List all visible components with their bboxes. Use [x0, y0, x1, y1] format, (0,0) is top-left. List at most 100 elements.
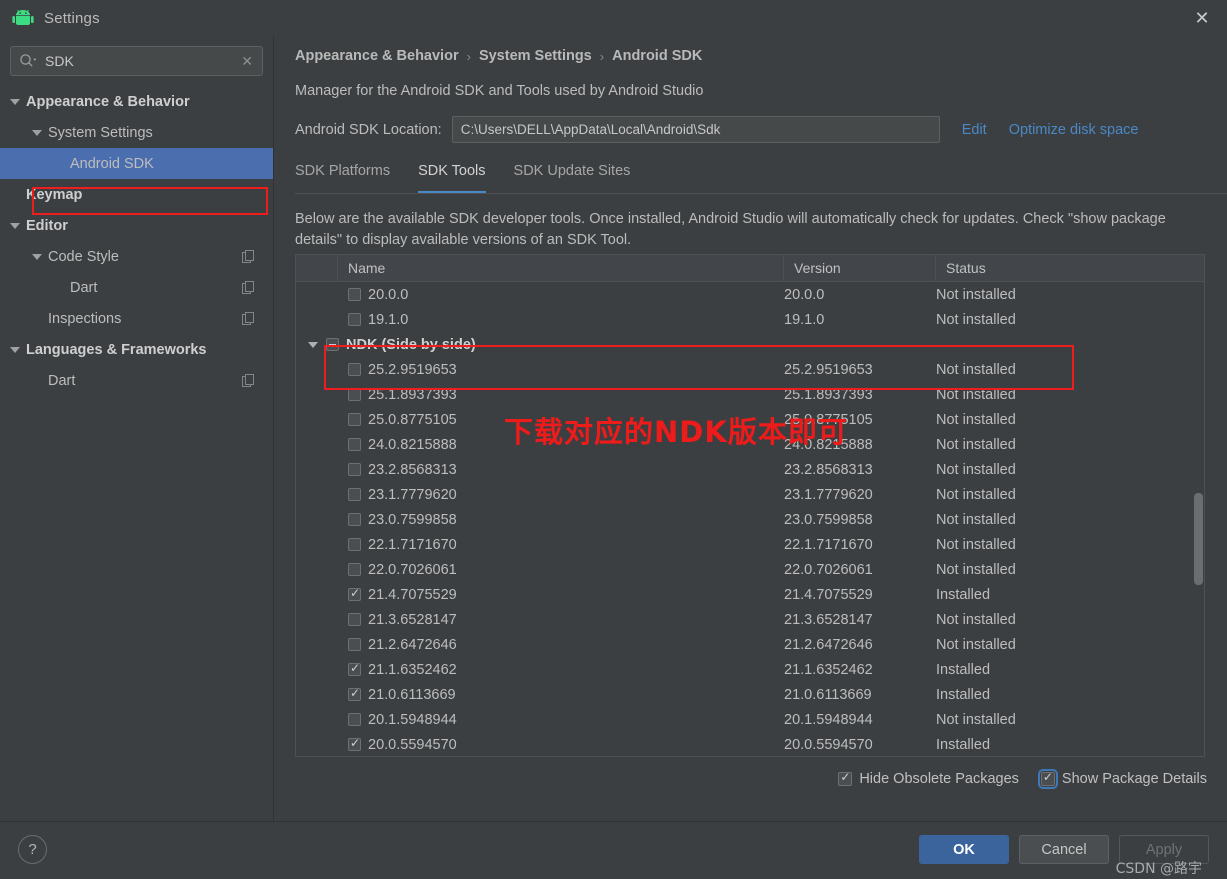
- help-icon[interactable]: ?: [18, 835, 47, 864]
- row-checkbox[interactable]: [348, 288, 361, 301]
- cell-name: NDK (Side by side): [296, 337, 784, 353]
- edit-link[interactable]: Edit: [962, 122, 987, 138]
- chevron-down-icon[interactable]: [32, 129, 42, 136]
- row-checkbox[interactable]: [348, 363, 361, 376]
- chevron-down-icon[interactable]: [10, 98, 20, 105]
- table-row[interactable]: 23.2.8568313 23.2.8568313 Not installed: [296, 457, 1204, 482]
- table-row[interactable]: 21.2.6472646 21.2.6472646 Not installed: [296, 632, 1204, 657]
- row-checkbox[interactable]: [348, 713, 361, 726]
- search-box[interactable]: ✕: [10, 46, 263, 76]
- copy-settings-icon[interactable]: [242, 312, 255, 325]
- sidebar-item-system-settings[interactable]: System Settings: [0, 117, 273, 148]
- table-row[interactable]: 22.0.7026061 22.0.7026061 Not installed: [296, 557, 1204, 582]
- package-name: 22.1.7171670: [368, 536, 457, 553]
- row-checkbox[interactable]: [348, 686, 361, 701]
- chevron-down-icon[interactable]: [32, 253, 42, 260]
- option-hide-obsolete-packages[interactable]: Hide Obsolete Packages: [838, 770, 1019, 787]
- sidebar-item-label: Android SDK: [70, 155, 154, 172]
- table-row[interactable]: 20.1.5948944 20.1.5948944 Not installed: [296, 707, 1204, 732]
- tab-sdk-tools[interactable]: SDK Tools: [418, 163, 486, 194]
- sidebar: ✕ Appearance & Behavior System Settings An…: [0, 36, 274, 821]
- column-header-version[interactable]: Version: [784, 255, 936, 282]
- dialog-buttons: OK Cancel Apply: [919, 835, 1209, 864]
- row-checkbox[interactable]: [348, 613, 361, 626]
- optimize-disk-space-link[interactable]: Optimize disk space: [1009, 122, 1139, 138]
- package-version: 23.0.7599858: [784, 511, 873, 528]
- sidebar-item-appearance-behavior[interactable]: Appearance & Behavior: [0, 86, 273, 117]
- tab-sdk-update-sites[interactable]: SDK Update Sites: [514, 163, 631, 194]
- sidebar-item-android-sdk[interactable]: Android SDK: [0, 148, 273, 179]
- column-header-name[interactable]: Name: [338, 255, 784, 282]
- table-row[interactable]: 20.0.5594570 20.0.5594570 Installed: [296, 732, 1204, 756]
- table-row[interactable]: 25.2.9519653 25.2.9519653 Not installed: [296, 357, 1204, 382]
- row-checkbox[interactable]: [348, 563, 361, 576]
- row-checkbox[interactable]: [348, 736, 361, 751]
- row-checkbox[interactable]: [348, 313, 361, 326]
- sidebar-item-languages-frameworks[interactable]: Languages & Frameworks: [0, 334, 273, 365]
- table-row[interactable]: 24.0.8215888 24.0.8215888 Not installed: [296, 432, 1204, 457]
- copy-settings-icon[interactable]: [242, 281, 255, 294]
- row-checkbox[interactable]: [348, 413, 361, 426]
- table-scrollbar-thumb[interactable]: [1194, 493, 1203, 585]
- ok-button[interactable]: OK: [919, 835, 1009, 864]
- breadcrumb-separator: ›: [466, 48, 471, 64]
- chevron-down-icon[interactable]: [10, 222, 20, 229]
- table-scrollbar[interactable]: [1194, 283, 1203, 756]
- copy-settings-icon[interactable]: [242, 374, 255, 387]
- chevron-down-icon[interactable]: [308, 341, 318, 348]
- sidebar-item-inspections[interactable]: Inspections: [0, 303, 273, 334]
- row-checkbox[interactable]: [348, 463, 361, 476]
- row-checkbox[interactable]: [348, 538, 361, 551]
- search-input[interactable]: [45, 53, 242, 69]
- sidebar-item-code-style[interactable]: Code Style: [0, 241, 273, 272]
- table-row[interactable]: 25.0.8775105 25.0.8775105 Not installed: [296, 407, 1204, 432]
- sidebar-item-label: Keymap: [26, 186, 83, 203]
- main-panel: Appearance & Behavior › System Settings › An…: [275, 36, 1227, 821]
- cell-name: 25.1.8937393: [296, 387, 784, 403]
- table-row[interactable]: 21.0.6113669 21.0.6113669 Installed: [296, 682, 1204, 707]
- column-header-status[interactable]: Status: [936, 255, 1204, 282]
- sidebar-item-dart[interactable]: Dart: [0, 272, 273, 303]
- row-checkbox[interactable]: [348, 513, 361, 526]
- package-name: 21.1.6352462: [368, 661, 457, 678]
- table-row[interactable]: 21.4.7075529 21.4.7075529 Installed: [296, 582, 1204, 607]
- option-checkbox[interactable]: [838, 770, 853, 786]
- sidebar-item-label: Editor: [26, 217, 68, 234]
- table-group-row[interactable]: NDK (Side by side): [296, 332, 1204, 357]
- table-row[interactable]: 19.1.0 19.1.0 Not installed: [296, 307, 1204, 332]
- row-checkbox[interactable]: [348, 488, 361, 501]
- cell-name: 21.0.6113669: [296, 686, 784, 703]
- table-row[interactable]: 20.0.0 20.0.0 Not installed: [296, 282, 1204, 307]
- close-icon[interactable]: ✕: [1185, 4, 1219, 32]
- column-header-checkbox[interactable]: [296, 255, 338, 282]
- option-label: Hide Obsolete Packages: [859, 771, 1019, 787]
- row-checkbox[interactable]: [348, 388, 361, 401]
- package-options: Hide Obsolete Packages Show Package Detai…: [838, 769, 1207, 789]
- row-checkbox[interactable]: [348, 586, 361, 601]
- table-row[interactable]: 21.3.6528147 21.3.6528147 Not installed: [296, 607, 1204, 632]
- package-version: 21.0.6113669: [784, 686, 872, 703]
- package-name: NDK (Side by side): [346, 336, 476, 353]
- option-checkbox[interactable]: [1037, 769, 1058, 789]
- tab-sdk-platforms[interactable]: SDK Platforms: [295, 163, 390, 194]
- row-checkbox[interactable]: [348, 438, 361, 451]
- copy-settings-icon[interactable]: [242, 250, 255, 263]
- table-row[interactable]: 23.0.7599858 23.0.7599858 Not installed: [296, 507, 1204, 532]
- chevron-down-icon[interactable]: [10, 346, 20, 353]
- sidebar-item-dart[interactable]: Dart: [0, 365, 273, 396]
- option-show-package-details[interactable]: Show Package Details: [1037, 769, 1207, 789]
- clear-icon[interactable]: ✕: [241, 54, 253, 68]
- sidebar-item-editor[interactable]: Editor: [0, 210, 273, 241]
- sdk-location-input[interactable]: [451, 116, 940, 143]
- row-checkbox[interactable]: [348, 638, 361, 651]
- breadcrumb-item-0[interactable]: Appearance & Behavior: [295, 48, 459, 64]
- table-row[interactable]: 25.1.8937393 25.1.8937393 Not installed: [296, 382, 1204, 407]
- cancel-button[interactable]: Cancel: [1019, 835, 1109, 864]
- table-row[interactable]: 21.1.6352462 21.1.6352462 Installed: [296, 657, 1204, 682]
- row-checkbox[interactable]: [326, 338, 339, 351]
- breadcrumb-item-1[interactable]: System Settings: [479, 48, 592, 64]
- table-row[interactable]: 23.1.7779620 23.1.7779620 Not installed: [296, 482, 1204, 507]
- sidebar-item-keymap[interactable]: Keymap: [0, 179, 273, 210]
- table-row[interactable]: 22.1.7171670 22.1.7171670 Not installed: [296, 532, 1204, 557]
- row-checkbox[interactable]: [348, 661, 361, 676]
